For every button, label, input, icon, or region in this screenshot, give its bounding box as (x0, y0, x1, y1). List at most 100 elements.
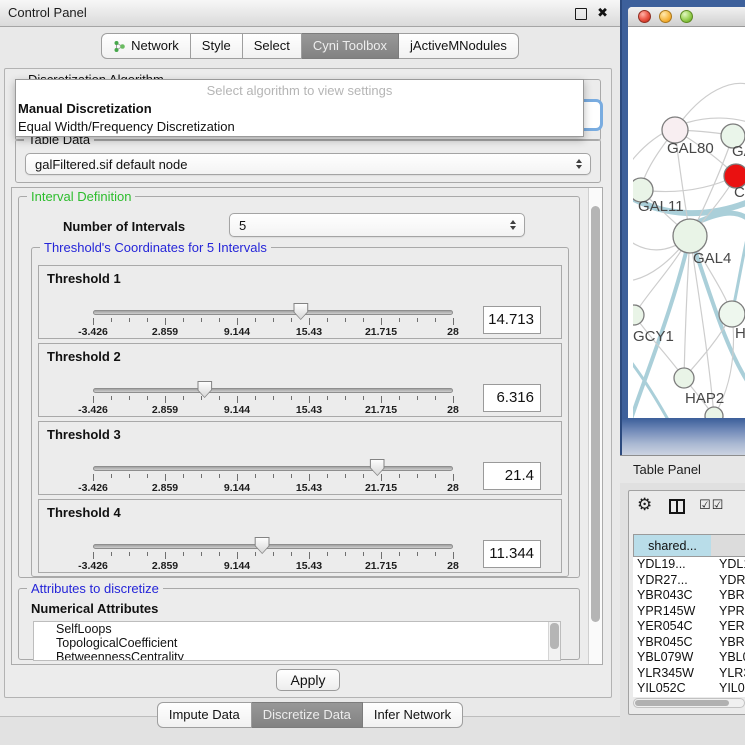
attributes-list-scrollbar[interactable] (548, 622, 560, 660)
scale-label: 9.144 (224, 404, 250, 416)
tick (345, 474, 346, 478)
table-header: shared...name (633, 534, 745, 557)
horizontal-scrollbar-thumb[interactable] (635, 700, 729, 706)
tab-network[interactable]: Network (101, 33, 191, 59)
tab-infer-network[interactable]: Infer Network (363, 702, 463, 728)
scale-label: 21.715 (365, 560, 397, 572)
minimize-button[interactable] (659, 10, 672, 23)
tab-cyni-toolbox[interactable]: Cyni Toolbox (302, 33, 399, 59)
tick (111, 318, 112, 322)
threshold-slider[interactable]: -3.4262.8599.14415.4321.71528 (93, 450, 453, 496)
float-window-icon[interactable] (575, 8, 587, 20)
algorithm-option-manual[interactable]: Manual Discretization (16, 100, 583, 118)
slider-track[interactable] (93, 466, 453, 471)
table-data-combobox-value: galFiltered.sif default node (35, 157, 187, 172)
attribute-item-selfloops[interactable]: SelfLoops (34, 622, 560, 636)
node-label-ha: HA (735, 325, 745, 342)
slider-scale-labels: -3.4262.8599.14415.4321.71528 (93, 326, 453, 339)
table-data-combobox[interactable]: galFiltered.sif default node (25, 153, 591, 175)
node-label-hap2: HAP2 (685, 390, 724, 407)
tick (255, 474, 256, 478)
table-row[interactable]: YLR345WYLR345W (633, 666, 745, 682)
table-row[interactable]: YIL052CYIL052C (633, 681, 745, 697)
number-of-intervals-combobox[interactable]: 5 (229, 213, 525, 237)
tick (129, 396, 130, 400)
table-cell: YLR345W (633, 666, 711, 682)
network-canvas[interactable]: GAL80GACGAL11GAL4GCY1HAHAP2 (633, 27, 745, 418)
network-window-titlebar (628, 7, 745, 27)
threshold-2-value-field[interactable]: 6.316 (483, 384, 541, 412)
threshold-3-value-field[interactable]: 21.4 (483, 462, 541, 490)
tick (147, 552, 148, 556)
slider-track[interactable] (93, 310, 453, 315)
tick (111, 396, 112, 400)
threshold-1-value-field[interactable]: 14.713 (483, 306, 541, 334)
scale-label: 9.144 (224, 326, 250, 338)
split-columns-icon[interactable] (669, 499, 685, 514)
tab-impute-data[interactable]: Impute Data (157, 702, 252, 728)
tick (363, 396, 364, 400)
tick (237, 396, 238, 403)
slider-ticks (93, 318, 453, 326)
table-row[interactable]: YBR045CYBR045C (633, 635, 745, 651)
zoom-button[interactable] (680, 10, 693, 23)
tab-discretize-data[interactable]: Discretize Data (252, 702, 363, 728)
tick (237, 318, 238, 325)
table-row[interactable]: YPR145WYPR145W (633, 604, 745, 620)
close-button[interactable] (638, 10, 651, 23)
network-node-gal4[interactable] (673, 219, 707, 253)
tick (93, 474, 94, 481)
slider-track[interactable] (93, 544, 453, 549)
horizontal-scrollbar[interactable] (633, 698, 745, 708)
node-label-gal4: GAL4 (693, 250, 731, 267)
checkbox-icons[interactable]: ☑☑ (699, 497, 724, 513)
network-node-gcy1[interactable] (633, 305, 644, 325)
tick (291, 474, 292, 478)
scale-label: 2.859 (152, 482, 178, 494)
network-node-ha[interactable] (719, 301, 745, 327)
tick (93, 552, 94, 559)
threshold-4-value-field[interactable]: 11.344 (483, 540, 541, 568)
slider-track[interactable] (93, 388, 453, 393)
numerical-attributes-list[interactable]: SelfLoopsTopologicalCoefficientBetweenne… (33, 621, 561, 661)
attribute-item-topologicalcoefficient[interactable]: TopologicalCoefficient (34, 636, 560, 650)
column-header-shared-[interactable]: shared... (633, 534, 711, 557)
attribute-item-betweennesscentrality[interactable]: BetweennessCentrality (34, 650, 560, 661)
tab-style[interactable]: Style (191, 33, 243, 59)
threshold-panel-2: Threshold 2-3.4262.8599.14415.4321.71528… (38, 343, 562, 417)
tick (273, 552, 274, 556)
tick (291, 552, 292, 556)
tab-label: jActiveMNodules (410, 34, 507, 58)
gear-icon[interactable]: ⚙ (637, 495, 652, 515)
tick (327, 318, 328, 322)
table-cell: YDL19... (633, 557, 711, 573)
bottom-tab-bar: Impute DataDiscretize DataInfer Network (0, 702, 620, 728)
table-cell: YBL079W (711, 650, 745, 666)
tab-select[interactable]: Select (243, 33, 302, 59)
column-header-name[interactable]: name (711, 534, 745, 557)
scale-label: 2.859 (152, 326, 178, 338)
table-row[interactable]: YDL19...YDL19 (633, 557, 745, 573)
algorithm-option-equal-width[interactable]: Equal Width/Frequency Discretization (16, 118, 583, 136)
network-node-hap2[interactable] (674, 368, 694, 388)
table-row[interactable]: YER054CYER054C (633, 619, 745, 635)
tick (147, 318, 148, 322)
threshold-slider[interactable]: -3.4262.8599.14415.4321.71528 (93, 528, 453, 574)
table-row[interactable]: YBR043CYBR043C (633, 588, 745, 604)
tick (399, 396, 400, 400)
tab-jactivemnodules[interactable]: jActiveMNodules (399, 33, 519, 59)
tick (219, 318, 220, 322)
apply-button[interactable]: Apply (276, 669, 340, 691)
table-row[interactable]: YBL079WYBL079W (633, 650, 745, 666)
threshold-slider[interactable]: -3.4262.8599.14415.4321.71528 (93, 372, 453, 418)
tick (381, 396, 382, 403)
scale-label: -3.426 (78, 482, 108, 494)
tick (291, 318, 292, 322)
vertical-scrollbar-thumb[interactable] (591, 206, 600, 622)
vertical-scrollbar[interactable] (588, 188, 602, 664)
threshold-slider[interactable]: -3.4262.8599.14415.4321.71528 (93, 294, 453, 340)
tick (345, 552, 346, 556)
table-row[interactable]: YDR27...YDR27 (633, 573, 745, 589)
close-icon[interactable]: ✖ (597, 5, 608, 21)
scale-label: 2.859 (152, 404, 178, 416)
